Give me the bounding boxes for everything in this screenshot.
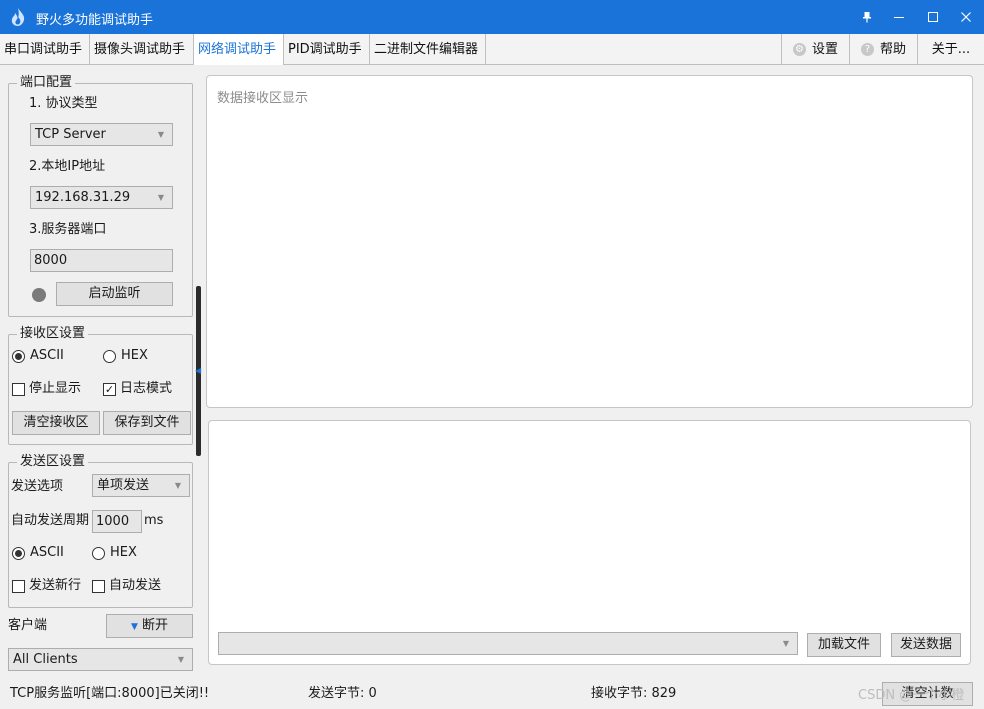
listen-status-indicator [32,288,46,302]
sent-bytes-count: 发送字节: 0 [308,686,377,701]
send-option-value: 单项发送 [97,478,150,493]
panel-splitter[interactable]: ◀ [195,286,202,456]
minimize-button[interactable] [882,0,916,34]
receive-hex-radio[interactable] [103,350,116,363]
help-label: 帮助 [879,42,906,57]
chevron-down-icon: ▼ [782,639,789,648]
send-config-legend: 发送区设置 [17,454,89,470]
maximize-icon [928,12,938,22]
send-new-line-label: 发送新行 [29,578,82,593]
receive-ascii-label: ASCII [30,348,64,363]
flame-app-icon [11,8,25,26]
disconnect-button[interactable]: ▼ 断开 [106,614,193,638]
close-button[interactable] [949,0,983,34]
send-option-label: 发送选项 [11,479,64,494]
tab-camera[interactable]: 摄像头调试助手 [90,34,194,65]
help-button[interactable]: ? 帮助 [849,34,917,65]
minimize-icon [894,17,904,18]
send-hex-radio[interactable] [92,547,105,560]
port-config-legend: 端口配置 [17,75,76,91]
local-ip-value: 192.168.31.29 [35,190,131,205]
send-area: ▼ 加载文件 发送数据 [208,420,971,665]
close-icon [961,12,971,22]
send-data-button[interactable]: 发送数据 [891,633,961,657]
protocol-select[interactable]: TCP Server ▼ [30,123,173,146]
receive-hex-label: HEX [121,348,148,363]
disconnect-label: 断开 [141,618,168,633]
period-unit-label: ms [144,513,164,528]
tab-pid[interactable]: PID调试助手 [284,34,370,65]
server-port-input[interactable]: 8000 [30,249,173,272]
log-mode-label: 日志模式 [120,381,173,396]
window-title: 野火多功能调试助手 [36,13,154,28]
maximize-button[interactable] [916,0,950,34]
received-bytes-count: 接收字节: 829 [591,686,677,701]
pin-button[interactable] [850,0,884,34]
tab-serial[interactable]: 串口调试助手 [0,34,90,65]
about-button[interactable]: 关于... [917,34,984,65]
settings-button[interactable]: ⚙ 设置 [781,34,849,65]
chevron-down-icon: ▼ [174,481,181,490]
log-mode-checkbox[interactable]: ✓ [103,383,116,396]
send-ascii-radio[interactable] [12,547,25,560]
client-label: 客户端 [8,618,48,633]
receive-placeholder: 数据接收区显示 [217,91,309,106]
gear-icon: ⚙ [792,43,806,56]
auto-send-period-input[interactable]: 1000 [92,510,142,533]
receive-display-area[interactable]: 数据接收区显示 [206,75,973,408]
protocol-label: 1. 协议类型 [29,96,98,111]
pin-icon [863,12,871,23]
receive-config-legend: 接收区设置 [17,326,89,342]
port-config-group: 端口配置 1. 协议类型 TCP Server ▼ 2.本地IP地址 192.1… [8,75,193,317]
collapse-arrow-icon: ◀ [195,366,202,375]
save-to-file-button[interactable]: 保存到文件 [103,411,191,435]
send-new-line-checkbox[interactable] [12,580,25,593]
receive-ascii-radio[interactable] [12,350,25,363]
protocol-value: TCP Server [35,127,106,142]
help-icon: ? [860,43,874,56]
clear-receive-button[interactable]: 清空接收区 [12,411,100,435]
send-option-select[interactable]: 单项发送 ▼ [92,474,190,497]
stop-display-label: 停止显示 [29,381,82,396]
tab-binary-editor[interactable]: 二进制文件编辑器 [370,34,486,65]
tab-bar: 串口调试助手 摄像头调试助手 网络调试助手 PID调试助手 二进制文件编辑器 ⚙… [0,34,984,65]
settings-label: 设置 [811,42,838,57]
send-input-textarea[interactable] [211,423,968,623]
send-config-group: 发送区设置 发送选项 单项发送 ▼ 自动发送周期 1000 ms ASCII H… [8,454,193,608]
server-port-label: 3.服务器端口 [29,222,107,237]
chevron-down-icon: ▼ [157,193,164,202]
local-ip-label: 2.本地IP地址 [29,159,106,174]
clients-select[interactable]: All Clients ▼ [8,648,193,671]
triangle-down-icon: ▼ [131,622,138,632]
start-listen-button[interactable]: 启动监听 [56,282,173,306]
chevron-down-icon: ▼ [157,130,164,139]
send-ascii-label: ASCII [30,545,64,560]
status-message: TCP服务监听[端口:8000]已关闭!! [10,686,210,701]
tab-network[interactable]: 网络调试助手 [194,34,284,65]
clients-value: All Clients [13,652,78,667]
title-bar: 野火多功能调试助手 [0,0,984,34]
stop-display-checkbox[interactable] [12,383,25,396]
about-label: 关于... [931,42,971,57]
load-file-button[interactable]: 加载文件 [807,633,881,657]
local-ip-select[interactable]: 192.168.31.29 ▼ [30,186,173,209]
watermark-text: CSDN @一个小橙 [858,688,965,703]
send-history-select[interactable]: ▼ [218,632,798,655]
chevron-down-icon: ▼ [177,655,184,664]
auto-send-checkbox[interactable] [92,580,105,593]
send-hex-label: HEX [110,545,137,560]
auto-send-label: 自动发送 [109,578,162,593]
receive-config-group: 接收区设置 ASCII HEX 停止显示 ✓ 日志模式 清空接收区 保存到文件 [8,326,193,445]
auto-send-period-label: 自动发送周期 [11,513,90,528]
